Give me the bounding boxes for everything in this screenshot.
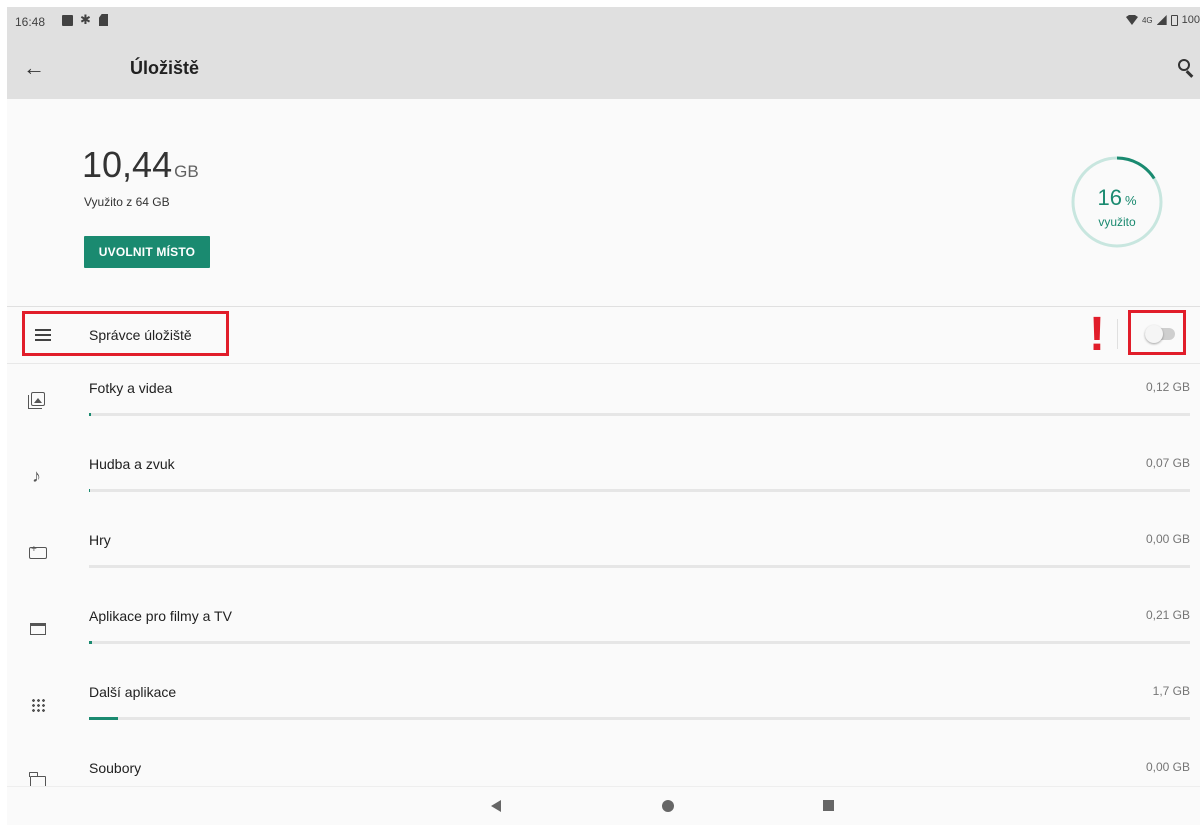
back-arrow-icon[interactable]: ←: [19, 55, 49, 81]
category-size: 0,07 GB: [1145, 456, 1190, 470]
wifi-icon: [1125, 15, 1138, 25]
free-up-space-button[interactable]: UVOLNIT MÍSTO: [84, 236, 210, 268]
category-size: 0,00 GB: [1145, 532, 1190, 546]
usage-percent-label: využito: [1098, 215, 1136, 229]
app-bar: ← Úložiště: [7, 37, 1200, 99]
used-value-number: 10,44: [82, 144, 173, 185]
warning-exclamation: !: [1089, 308, 1105, 361]
page-title: Úložiště: [130, 58, 200, 78]
category-usage-fill: [89, 641, 93, 644]
category-usage-bar: [89, 641, 1190, 644]
category-label: Další aplikace: [89, 684, 177, 700]
nav-recents-icon[interactable]: [823, 800, 834, 811]
category-usage-fill: [89, 717, 118, 720]
category-label: Soubory: [89, 760, 142, 776]
nav-home-icon[interactable]: [662, 800, 674, 812]
cell-signal-icon: [1156, 15, 1167, 25]
used-value-unit: GB: [174, 162, 199, 181]
storage-manager-row[interactable]: Správce úložiště !: [7, 307, 1200, 363]
category-games[interactable]: Hry 0,00 GB: [7, 516, 1200, 592]
usage-percent-sign: %: [1124, 193, 1137, 208]
category-label: Fotky a videa: [89, 380, 173, 396]
gamepad-icon: [29, 544, 47, 559]
storage-summary: 10,44 GB Využito z 64 GB UVOLNIT MÍSTO 16…: [7, 99, 1200, 307]
image-notification-icon: [62, 14, 73, 26]
category-other-apps[interactable]: Další aplikace 1,7 GB: [7, 668, 1200, 744]
storage-manager-toggle[interactable]: [1145, 325, 1177, 343]
status-bar: 16:48 ✱ 4G 100: [7, 7, 1200, 37]
used-storage-value: 10,44 GB: [82, 144, 199, 186]
nav-back-icon[interactable]: [491, 800, 501, 812]
category-size: 0,00 GB: [1145, 760, 1190, 774]
battery-icon: [1170, 14, 1178, 26]
category-label: Aplikace pro filmy a TV: [89, 608, 232, 624]
system-icons: 4G 100: [1125, 14, 1200, 26]
toggle-thumb: [1145, 325, 1163, 343]
sd-card-icon: [99, 14, 108, 26]
search-icon[interactable]: [1176, 57, 1198, 79]
category-usage-bar: [89, 717, 1190, 720]
category-usage-fill: [89, 489, 91, 492]
usage-percent-value: 16: [1097, 185, 1122, 210]
network-type: 4G: [1141, 15, 1153, 25]
category-usage-fill: [89, 413, 92, 416]
category-size: 1,7 GB: [1152, 684, 1190, 698]
category-usage-bar: [89, 489, 1190, 492]
category-movies-tv[interactable]: Aplikace pro filmy a TV 0,21 GB: [7, 592, 1200, 668]
android-screen: 16:48 ✱ 4G 100 ← Úložiště 10,44 GB Využit…: [7, 7, 1200, 825]
battery-level: 100: [1181, 14, 1200, 26]
clapperboard-icon: [30, 623, 46, 635]
used-of-total: Využito z 64 GB: [84, 195, 170, 209]
music-note-icon: ♪: [32, 466, 41, 486]
apps-grid-icon: [31, 698, 45, 712]
usage-percent: 16%: [1067, 185, 1167, 211]
toggle-separator: [1117, 319, 1118, 349]
category-size: 0,12 GB: [1145, 380, 1190, 394]
category-music[interactable]: ♪ Hudba a zvuk 0,07 GB: [7, 440, 1200, 516]
photo-icon: [31, 392, 45, 406]
notification-icons: ✱: [62, 12, 108, 27]
category-usage-bar: [89, 565, 1190, 568]
settings-notification-icon: ✱: [80, 12, 91, 27]
usage-ring: 16% využito: [1067, 152, 1167, 252]
category-usage-bar: [89, 413, 1190, 416]
highlight-box-label: [22, 311, 229, 356]
category-label: Hudba a zvuk: [89, 456, 175, 472]
category-size: 0,21 GB: [1145, 608, 1190, 622]
navigation-bar: [7, 786, 1200, 825]
category-photos[interactable]: Fotky a videa 0,12 GB: [7, 364, 1200, 440]
status-time: 16:48: [15, 15, 46, 29]
category-label: Hry: [89, 532, 111, 548]
